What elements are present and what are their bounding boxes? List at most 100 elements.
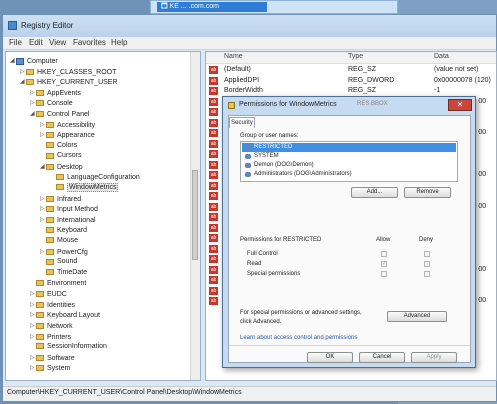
user-item-demon[interactable]: Demon (DOG\Demon) (242, 161, 456, 170)
tree-node-powercfg[interactable]: ▷ PowerCfg (40, 247, 88, 257)
tree-node-input-method[interactable]: ▷ Input Method (40, 204, 98, 214)
tree-node-infrared[interactable]: ▷ Infrared (40, 194, 81, 204)
tree-node-system[interactable]: ▷ System (30, 363, 70, 373)
folder-icon (46, 248, 54, 255)
tree-node-label: Printers (47, 333, 72, 341)
tree-node-label: Environment (47, 279, 87, 287)
column-data[interactable]: Data (434, 53, 449, 60)
read-deny-checkbox[interactable] (424, 261, 430, 267)
tree-node-hkey-current-user[interactable]: ◢ HKEY_CURRENT_USER (20, 77, 118, 87)
permissions-dialog: Permissions for WindowMetrics RES.BBOX ✕… (222, 96, 476, 368)
tree-node-cursors[interactable]: Cursors (40, 151, 82, 161)
folder-icon (36, 312, 44, 319)
status-path: Computer\HKEY_CURRENT_USER\Control Panel… (7, 389, 242, 396)
menu-edit[interactable]: Edit (29, 38, 43, 47)
tree-node-desktop[interactable]: ◢ Desktop (40, 162, 83, 172)
tree-node-computer[interactable]: ◢ Computer (10, 56, 58, 66)
tree-node-label: Console (47, 100, 73, 108)
user-item-system[interactable]: SYSTEM (242, 152, 456, 161)
string-value-icon: ab (209, 213, 218, 221)
menu-help[interactable]: Help (111, 38, 127, 47)
allow-header: Allow (376, 237, 391, 243)
tree-node-accessibility[interactable]: ▷ Accessibility (40, 120, 95, 130)
string-value-icon: ab (209, 297, 218, 305)
tab-security[interactable]: Security (229, 117, 255, 128)
advanced-button[interactable]: Advanced (387, 311, 447, 322)
tree-node-sessioninformation[interactable]: SessionInformation (30, 342, 107, 352)
folder-icon (36, 291, 44, 298)
tree-node-keyboard-layout[interactable]: ▷ Keyboard Layout (30, 310, 100, 320)
folder-icon (26, 79, 34, 86)
folder-icon (46, 164, 54, 170)
folder-icon (46, 269, 54, 276)
special-allow-checkbox[interactable] (381, 271, 387, 277)
registry-tree[interactable]: ◢ Computer ▷ HKEY_CLASSES_ROOT ◢ HKEY_CURRENT… (5, 51, 201, 381)
cancel-button[interactable]: Cancel (359, 352, 405, 363)
tree-node-environment[interactable]: Environment (30, 279, 86, 289)
tree-node-console[interactable]: ▷ Console (30, 98, 73, 108)
tree-node-appevents[interactable]: ▷ AppEvents (30, 88, 81, 98)
tree-node-colors[interactable]: Colors (40, 141, 77, 151)
learn-access-control-link[interactable]: Learn about access control and permissio… (240, 335, 357, 341)
registry-app-icon (8, 21, 17, 30)
full-control-allow-checkbox[interactable] (381, 251, 387, 257)
tree-node-appearance[interactable]: ▷ Appearance (40, 130, 95, 140)
add-button[interactable]: Add... (351, 187, 398, 198)
tree-node-international[interactable]: ▷ International (40, 215, 96, 225)
tree-node-hkey-classes-root[interactable]: ▷ HKEY_CLASSES_ROOT (20, 67, 116, 77)
tree-scroll-thumb[interactable] (192, 170, 198, 260)
tree-node-software[interactable]: ▷ Software (30, 353, 75, 363)
apply-button[interactable]: Apply (411, 352, 457, 363)
menu-file[interactable]: File (9, 38, 22, 47)
tree-node-eudc[interactable]: ▷ EUDC (30, 289, 67, 299)
string-value-icon: ab (209, 286, 218, 295)
tree-node-printers[interactable]: ▷ Printers (30, 332, 71, 342)
full-control-deny-checkbox[interactable] (424, 251, 430, 257)
folder-icon (46, 206, 54, 213)
user-list[interactable]: RESTRICTED SYSTEM Demon (DOG\Demon) Admi… (240, 141, 458, 182)
tree-node-control-panel[interactable]: ◢ Control Panel (30, 109, 89, 119)
tree-node-label: Network (47, 322, 73, 330)
column-name[interactable]: Name (224, 53, 243, 60)
tree-node-network[interactable]: ▷ Network (30, 321, 73, 331)
tree-node-identities[interactable]: ▷ Identities (30, 300, 75, 310)
read-allow-checkbox[interactable]: ✓ (381, 261, 387, 267)
user-item-administrators[interactable]: Administrators (DOG\Administrators) (242, 170, 456, 179)
folder-icon (46, 237, 54, 244)
folder-icon (46, 141, 54, 148)
taskbar-item[interactable]: 🗖 KE ... .com.com (157, 2, 267, 12)
dialog-title-bar[interactable]: Permissions for WindowMetrics RES.BBOX (223, 97, 475, 114)
tree-node-mouse[interactable]: Mouse (40, 236, 78, 246)
column-type[interactable]: Type (348, 53, 363, 60)
folder-icon (36, 333, 44, 340)
string-value-icon: ab (209, 66, 218, 74)
dialog-title: Permissions for WindowMetrics (239, 101, 337, 108)
ok-button[interactable]: OK (307, 352, 353, 363)
value-name: AppliedDPI (224, 76, 260, 84)
deny-header: Deny (419, 237, 434, 243)
menu-view[interactable]: View (49, 38, 66, 47)
tree-node-windowmetrics[interactable]: WindowMetrics (50, 183, 119, 193)
tree-node-sound[interactable]: Sound (40, 257, 77, 267)
folder-icon (46, 226, 54, 233)
value-row[interactable]: ab (Default) REG_SZ (value not set) (206, 65, 496, 75)
value-row[interactable]: ab AppliedDPI REG_DWORD 0x00000078 (120) (206, 76, 496, 86)
remove-button[interactable]: Remove (404, 187, 451, 198)
value-data: 0x00000078 (120) (434, 76, 491, 84)
string-value-icon: ab (209, 265, 218, 274)
menu-favorites[interactable]: Favorites (73, 38, 106, 47)
value-row[interactable]: ab BorderWidth REG_SZ -1 (206, 86, 496, 96)
string-value-icon: ab (209, 129, 218, 137)
permissions-label: Permissions for RESTRICTED (240, 237, 322, 243)
tree-node-timedate[interactable]: TimeDate (40, 268, 87, 278)
tree-scrollbar[interactable] (190, 52, 200, 380)
string-value-icon: ab (209, 171, 218, 179)
close-icon[interactable]: ✕ (448, 99, 472, 111)
title-bar[interactable]: Registry Editor (3, 15, 496, 37)
special-deny-checkbox[interactable] (424, 271, 430, 277)
string-value-icon: ab (209, 192, 218, 200)
tree-node-keyboard[interactable]: Keyboard (40, 226, 87, 236)
user-item-restricted[interactable]: RESTRICTED (242, 143, 456, 152)
string-value-icon: ab (209, 87, 218, 95)
tree-node-languageconfiguration[interactable]: LanguageConfiguration (50, 173, 140, 183)
